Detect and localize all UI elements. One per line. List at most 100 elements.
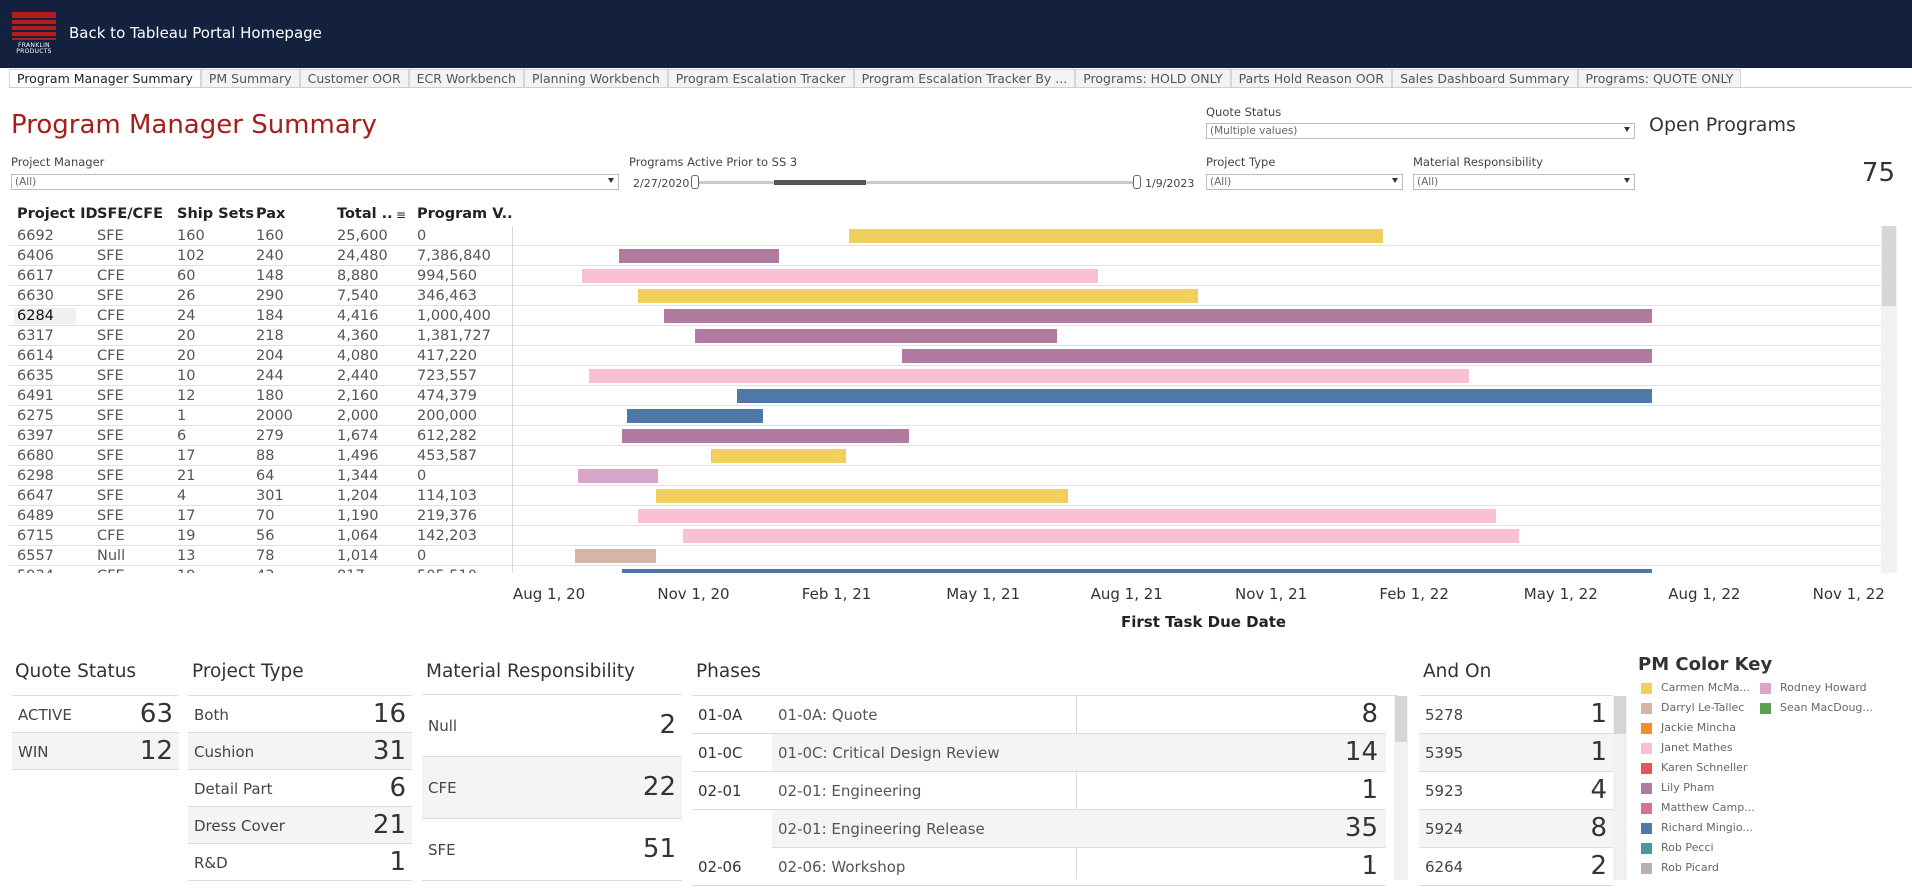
- material-responsibility-filter-label: Material Responsibility: [1413, 155, 1543, 169]
- table-row[interactable]: 6630 SFE 26 290 7,540 346,463: [9, 286, 1881, 306]
- project-type-select[interactable]: (All): [1206, 174, 1403, 190]
- gantt-bar[interactable]: [589, 369, 1469, 383]
- panel-row[interactable]: 6264 2: [1419, 848, 1613, 886]
- slider-start-handle[interactable]: [691, 175, 699, 189]
- panel-row[interactable]: 5278 1: [1419, 696, 1613, 734]
- panel-row[interactable]: R&D 1: [188, 844, 412, 881]
- gantt-bar[interactable]: [901, 349, 1653, 363]
- table-row[interactable]: 6397 SFE 6 279 1,674 612,282: [9, 426, 1881, 446]
- phase-row[interactable]: 01-0A 01-0A: Quote 8: [692, 696, 1398, 734]
- phase-value: 35: [1344, 813, 1378, 843]
- slider-end-handle[interactable]: [1133, 175, 1141, 189]
- gantt-bar[interactable]: [582, 269, 1098, 283]
- gantt-bar[interactable]: [737, 389, 1653, 403]
- gantt-bar[interactable]: [682, 529, 1520, 543]
- sort-icon[interactable]: ≡: [396, 208, 406, 222]
- table-row[interactable]: 6635 SFE 10 244 2,440 723,557: [9, 366, 1881, 386]
- date-range-slider[interactable]: [695, 181, 1137, 184]
- tab-customer-oor[interactable]: Customer OOR: [299, 69, 409, 87]
- gantt-bar[interactable]: [621, 569, 1653, 573]
- col-header-ship-sets[interactable]: Ship Sets: [177, 206, 254, 222]
- panel-row[interactable]: Null 2: [422, 695, 682, 757]
- panel-row[interactable]: ACTIVE 63: [12, 696, 179, 733]
- cell-id: 6557: [17, 548, 54, 564]
- gantt-bar[interactable]: [663, 309, 1653, 323]
- gantt-bar[interactable]: [621, 429, 909, 443]
- table-row[interactable]: 6647 SFE 4 301 1,204 114,103: [9, 486, 1881, 506]
- gantt-bar[interactable]: [695, 329, 1057, 343]
- table-row[interactable]: 6489 SFE 17 70 1,190 219,376: [9, 506, 1881, 526]
- table-row[interactable]: 6680 SFE 17 88 1,496 453,587: [9, 446, 1881, 466]
- phase-name: 02-06: Workshop: [778, 858, 906, 876]
- project-manager-select[interactable]: (All): [11, 174, 619, 190]
- gantt-scrollbar[interactable]: [1881, 226, 1897, 573]
- table-row[interactable]: 6406 SFE 102 240 24,480 7,386,840: [9, 246, 1881, 266]
- tab-planning-workbench[interactable]: Planning Workbench: [523, 69, 668, 87]
- franklin-logo[interactable]: FRANKLIN PRODUCTS: [12, 12, 56, 56]
- cell-id: 6630: [17, 288, 54, 304]
- table-row[interactable]: 6692 SFE 160 160 25,600 0: [9, 226, 1881, 246]
- tab-program-manager-summary[interactable]: Program Manager Summary: [9, 69, 201, 87]
- col-header-pax[interactable]: Pax: [256, 206, 285, 222]
- gantt-bar[interactable]: [655, 489, 1068, 503]
- table-row[interactable]: 6557 Null 13 78 1,014 0: [9, 546, 1881, 566]
- gantt-bar[interactable]: [711, 449, 846, 463]
- tab-parts-hold-reason-oor[interactable]: Parts Hold Reason OOR: [1230, 69, 1393, 87]
- panel-row[interactable]: CFE 22: [422, 757, 682, 819]
- panel-row[interactable]: 5923 4: [1419, 772, 1613, 810]
- table-row[interactable]: 6715 CFE 19 56 1,064 142,203: [9, 526, 1881, 546]
- table-row[interactable]: 6617 CFE 60 148 8,880 994,560: [9, 266, 1881, 286]
- panel-row[interactable]: Both 16: [188, 696, 412, 733]
- phase-name: 02-01: Engineering: [778, 782, 922, 800]
- phase-name: 01-0C: Critical Design Review: [778, 744, 1000, 762]
- panel-row[interactable]: Cushion 31: [188, 733, 412, 770]
- cell-sfe: CFE: [97, 268, 125, 284]
- material-responsibility-select[interactable]: (All): [1413, 174, 1635, 190]
- cell-id: 6715: [17, 528, 54, 544]
- phases-scrollbar-thumb[interactable]: [1395, 696, 1407, 742]
- col-header-project-id[interactable]: Project ID: [17, 206, 98, 222]
- gantt-bar[interactable]: [638, 289, 1199, 303]
- panel-row[interactable]: WIN 12: [12, 733, 179, 770]
- table-row[interactable]: 5934 CFE 19 43 817 505,510: [9, 566, 1881, 573]
- panel-row[interactable]: SFE 51: [422, 819, 682, 881]
- gantt-bar[interactable]: [627, 409, 764, 423]
- tab-pm-summary[interactable]: PM Summary: [200, 69, 300, 87]
- phase-row[interactable]: 02-06 02-06: Workshop 1: [692, 848, 1398, 886]
- quote-status-select[interactable]: (Multiple values): [1206, 123, 1635, 139]
- gantt-bar[interactable]: [575, 549, 656, 563]
- table-row[interactable]: 6298 SFE 21 64 1,344 0: [9, 466, 1881, 486]
- table-row[interactable]: 6275 SFE 1 2000 2,000 200,000: [9, 406, 1881, 426]
- table-row[interactable]: 6317 SFE 20 218 4,360 1,381,727: [9, 326, 1881, 346]
- table-row[interactable]: 6284 CFE 24 184 4,416 1,000,400: [9, 306, 1881, 326]
- phase-row[interactable]: 02-01 02-01: Engineering 1: [692, 772, 1398, 810]
- cell-value: 114,103: [417, 488, 477, 504]
- table-row[interactable]: 6614 CFE 20 204 4,080 417,220: [9, 346, 1881, 366]
- phase-row[interactable]: 01-0C 01-0C: Critical Design Review 14: [692, 734, 1398, 772]
- dashboard-tabs: Program Manager Summary PM Summary Custome…: [9, 69, 1912, 88]
- tab-program-escalation-tracker[interactable]: Program Escalation Tracker: [667, 69, 854, 87]
- phase-row[interactable]: 02-01: Engineering Release 35: [692, 810, 1398, 848]
- tab-programs-quote-only[interactable]: Programs: QUOTE ONLY: [1577, 69, 1742, 87]
- tab-program-escalation-tracker-by[interactable]: Program Escalation Tracker By ...: [853, 69, 1076, 87]
- gantt-bar[interactable]: [848, 229, 1384, 243]
- col-header-program-value[interactable]: Program V..: [417, 206, 513, 222]
- tab-sales-dashboard-summary[interactable]: Sales Dashboard Summary: [1392, 69, 1578, 87]
- col-header-total[interactable]: Total ..: [337, 206, 393, 222]
- panel-row[interactable]: 5395 1: [1419, 734, 1613, 772]
- panel-row[interactable]: Detail Part 6: [188, 770, 412, 807]
- col-header-sfe-cfe[interactable]: SFE/CFE: [97, 206, 163, 222]
- gantt-bar[interactable]: [638, 509, 1497, 523]
- tab-ecr-workbench[interactable]: ECR Workbench: [408, 69, 524, 87]
- row-value: 31: [372, 735, 406, 766]
- table-row[interactable]: 6491 SFE 12 180 2,160 474,379: [9, 386, 1881, 406]
- panel-row[interactable]: 5924 8: [1419, 810, 1613, 848]
- gantt-bar[interactable]: [618, 249, 780, 263]
- gantt-bar[interactable]: [578, 469, 659, 483]
- scrollbar-thumb[interactable]: [1882, 226, 1896, 306]
- back-to-portal-link[interactable]: Back to Tableau Portal Homepage: [69, 24, 322, 42]
- tab-programs-hold-only[interactable]: Programs: HOLD ONLY: [1075, 69, 1231, 87]
- phase-code: 01-0A: [698, 706, 743, 724]
- and-on-scrollbar-thumb[interactable]: [1614, 696, 1626, 734]
- panel-row[interactable]: Dress Cover 21: [188, 807, 412, 844]
